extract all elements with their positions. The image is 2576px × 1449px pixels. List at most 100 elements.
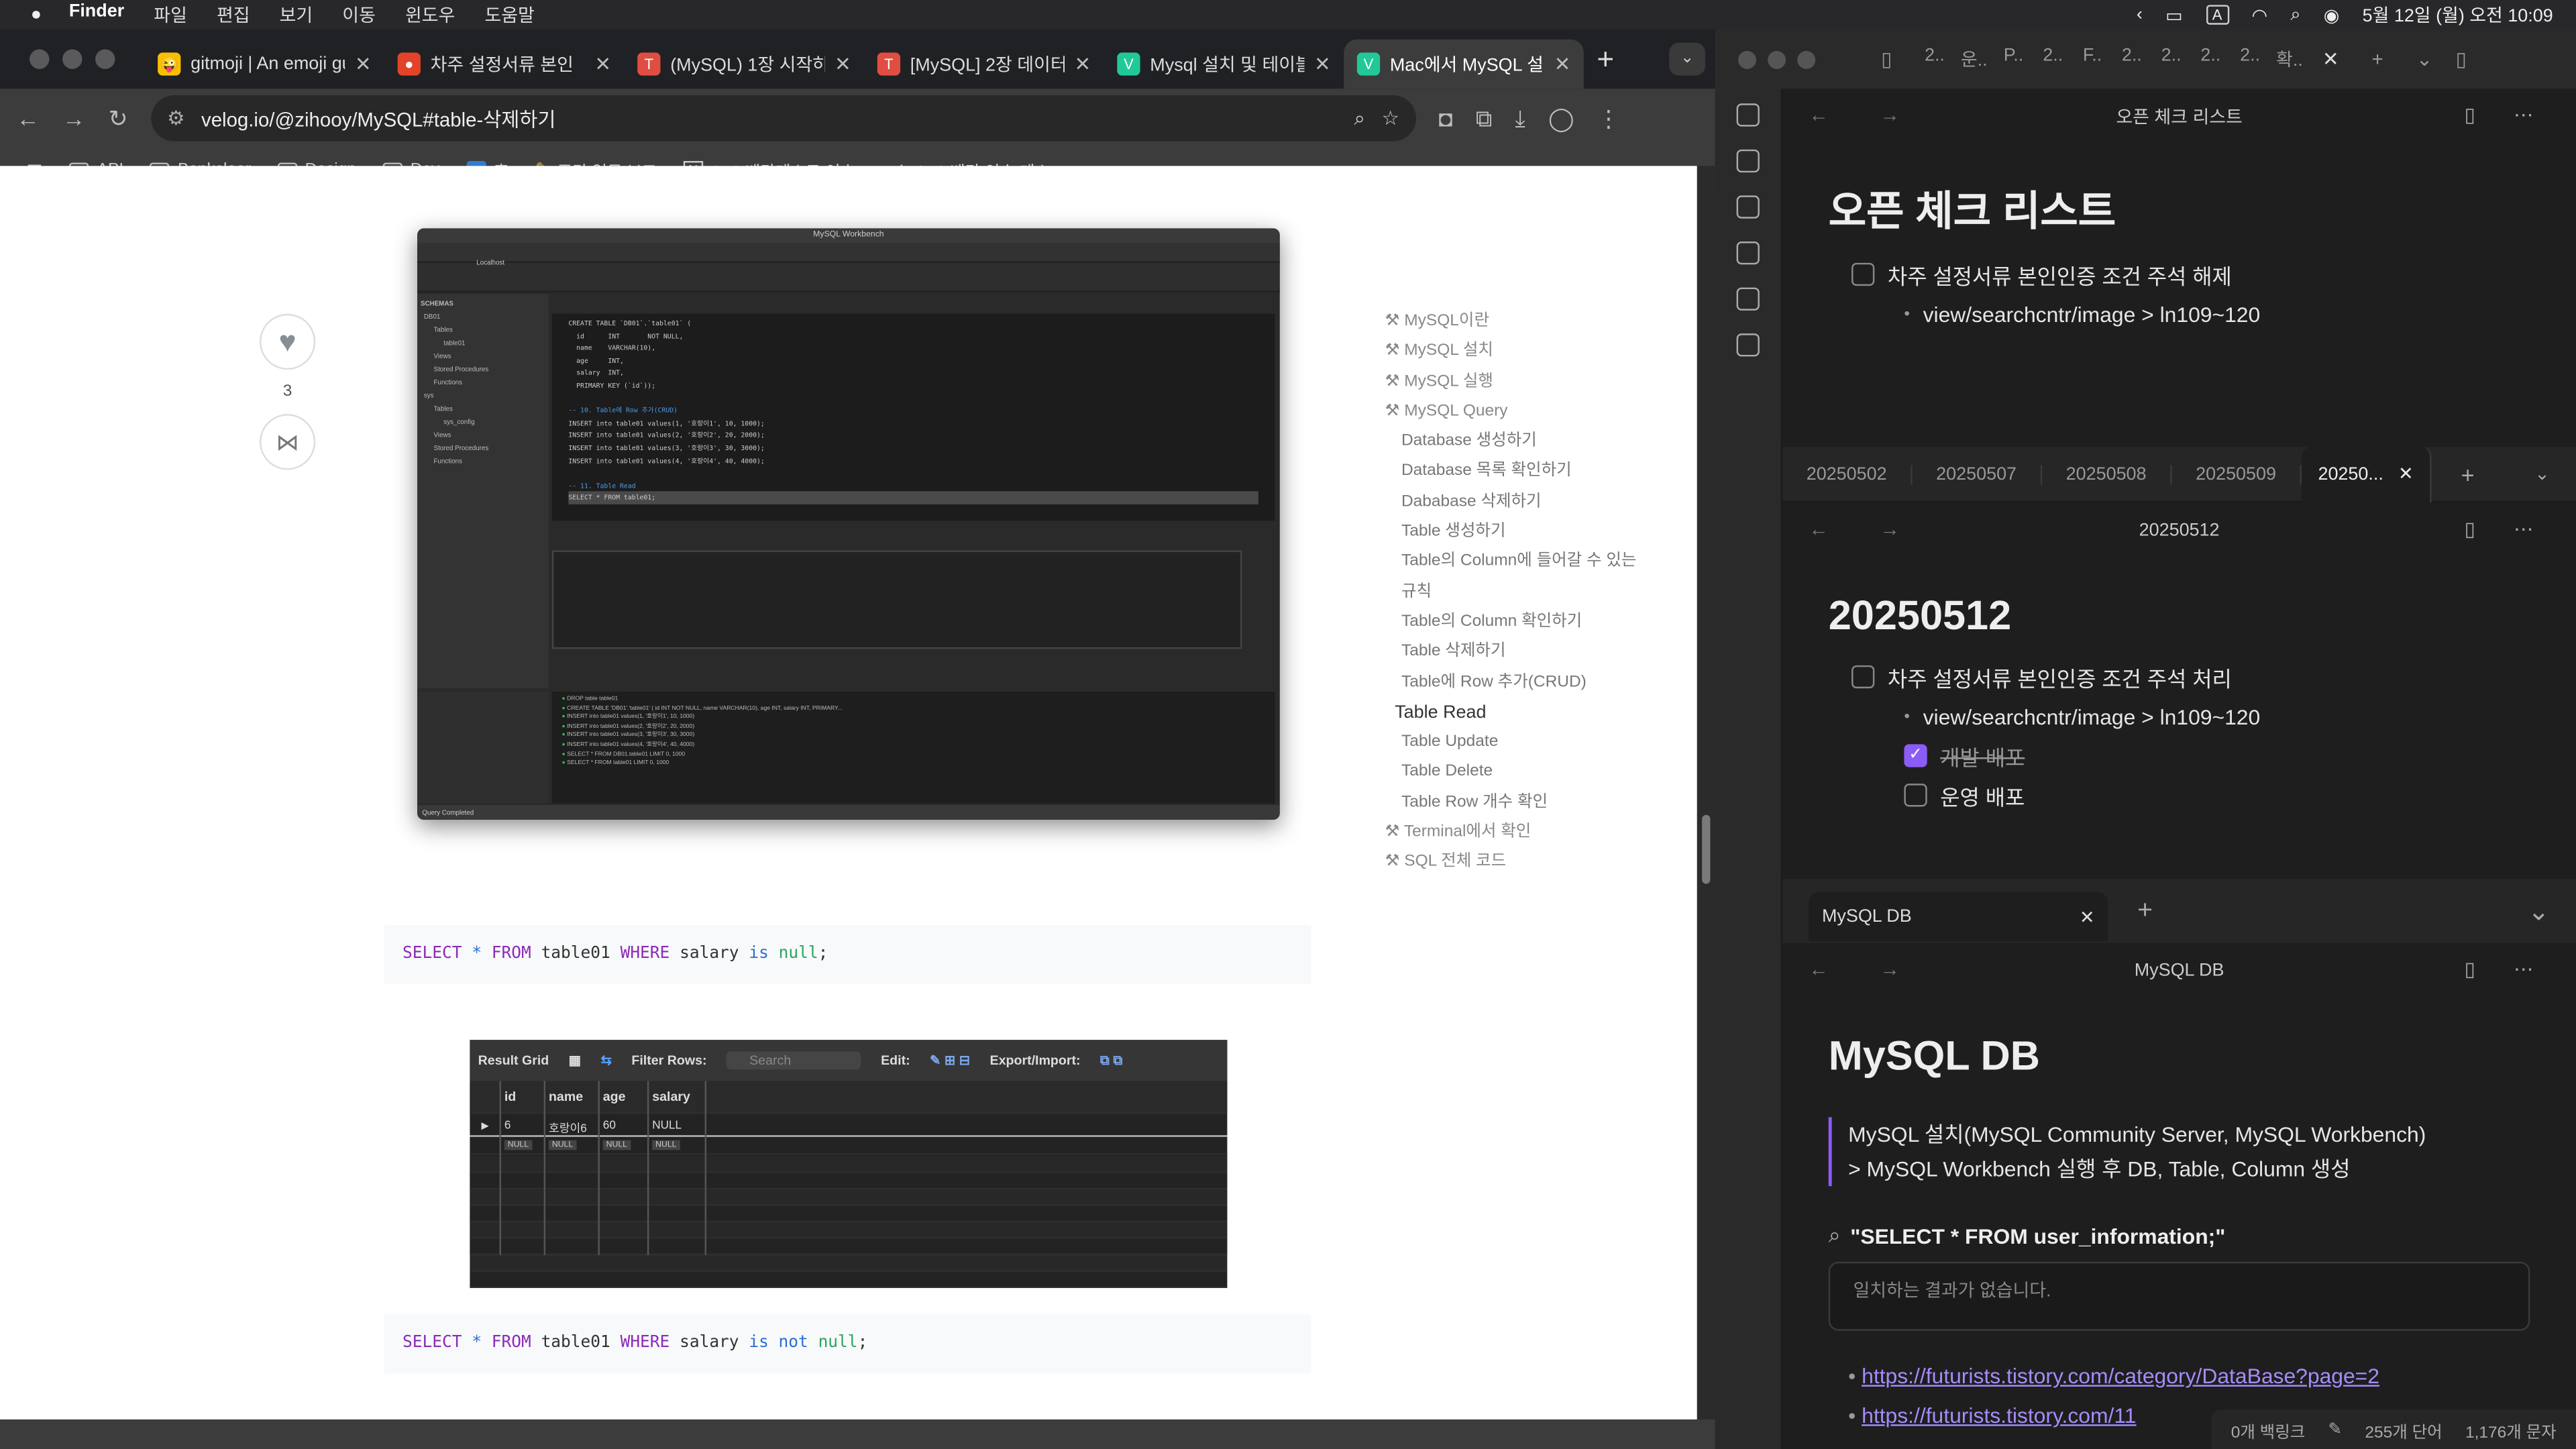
bookmark-star-icon[interactable]: ☆ [1382,107,1399,129]
toc-item[interactable]: Database 목록 확인하기 [1385,458,1648,488]
daily-note-tab[interactable]: 20250507 [1913,464,2043,484]
tab-list-icon[interactable]: ⌄ [2528,896,2550,928]
url-text[interactable]: velog.io/@zihooy/MySQL#table-삭제하기 [201,105,1338,133]
task-checkbox[interactable] [1851,665,1875,689]
apple-icon[interactable]: ● [26,5,46,24]
daily-note-tab[interactable]: 20250502 [1782,464,1913,484]
toc-item[interactable]: Table Delete [1385,758,1648,788]
tab-list-icon[interactable]: ⌄ [2416,48,2433,70]
more-menu-icon[interactable]: ⋮ [1597,105,1620,133]
obsidian-tab[interactable]: 2.. [2033,46,2073,72]
camera-icon[interactable]: ◘ [1439,105,1453,131]
obsidian-tab[interactable]: F.. [2073,46,2112,72]
right-sidebar-icon[interactable]: ▯ [2456,48,2467,70]
tab-mysql-db[interactable]: MySQL DB ✕ [1809,892,2108,942]
input-source-icon[interactable]: A [2205,5,2229,25]
menu-file[interactable]: 파일 [154,1,187,28]
obsidian-tab[interactable]: 2.. [2112,46,2151,72]
share-button[interactable]: ⋈ [259,414,316,470]
close-tab-icon[interactable]: ✕ [1554,52,1571,75]
backlinks-count[interactable]: 0개 백링크 [2231,1417,2306,1442]
toc-item[interactable]: ⚒ MySQL이란 [1385,307,1648,337]
calendar-icon[interactable] [1736,149,1760,173]
toc-item[interactable]: Table Update [1385,728,1648,758]
pane-nav-arrows[interactable]: ← → [1809,958,1923,981]
toc-item[interactable]: Table 생성하기 [1385,518,1648,548]
obsidian-tab[interactable]: 확.. [2270,46,2310,72]
menu-app-name[interactable]: Finder [69,1,124,28]
menu-edit[interactable]: 편집 [217,1,250,28]
obsidian-tab[interactable]: P.. [1994,46,2033,72]
toc-item[interactable]: Table Row 개수 확인 [1385,788,1648,818]
reload-icon[interactable]: ↻ [109,105,128,133]
task-checkbox-checked[interactable]: ✓ [1904,744,1927,767]
pane-actions[interactable]: ▯ ⋯ [2465,517,2550,540]
like-button[interactable]: ♥ [259,313,316,370]
close-tab-icon[interactable]: ✕ [835,52,851,75]
battery-icon[interactable]: ▭ [2165,4,2182,25]
minimize-window-button[interactable] [62,49,83,69]
extensions-icon[interactable]: ⧉ [1476,105,1492,133]
browser-tab[interactable]: 😜 gitmoji | An emoji guide ✕ [145,40,385,89]
quick-switch-icon[interactable] [1736,103,1760,127]
zoom-icon[interactable]: ⌕ [1354,106,1365,131]
obsidian-tab[interactable]: 운.. [1954,46,1994,72]
toc-item[interactable]: Table에 Row 추가(CRUD) [1385,668,1648,698]
browser-tab[interactable]: V Mac에서 MySQL 설치 ✕ [1344,39,1584,89]
close-tab-icon[interactable]: ✕ [2322,48,2339,70]
browser-tab[interactable]: V Mysql 설치 및 테이블 ✕ [1104,40,1344,89]
profile-icon[interactable]: ◯ [1548,105,1574,133]
graph-icon[interactable] [1736,195,1760,219]
minimize-window-button[interactable] [1768,50,1786,68]
address-bar[interactable]: ⚙ velog.io/@zihooy/MySQL#table-삭제하기 ⌕ ☆ [150,95,1416,142]
pane-actions[interactable]: ▯ ⋯ [2465,103,2550,126]
files-icon[interactable] [1736,287,1760,311]
obsidian-tab[interactable]: 2.. [2191,46,2231,72]
toc-item[interactable]: Dababase 삭제하기 [1385,488,1648,518]
sidebar-toggle-icon[interactable]: ▯ [1881,48,1892,70]
browser-tab[interactable]: ● 차주 설정서류 본인 ✕ [384,40,625,89]
edit-mode-icon[interactable]: ✎ [2328,1420,2343,1438]
toc-item[interactable]: Table 삭제하기 [1385,638,1648,668]
toc-item[interactable]: ⚒ MySQL 설치 [1385,337,1648,368]
search-icon[interactable]: ⌕ [2290,4,2300,25]
close-tab-icon[interactable]: ✕ [2080,906,2095,927]
toc-item[interactable]: ⚒ Terminal에서 확인 [1385,818,1648,849]
new-tab-icon[interactable]: + [2137,897,2153,926]
tab-list-icon[interactable]: ⌄ [2534,464,2550,484]
zoom-window-button[interactable] [95,49,115,69]
menu-window[interactable]: 윈도우 [405,1,455,28]
external-link[interactable]: https://futurists.tistory.com/category/D… [1862,1364,2379,1389]
obsidian-tab[interactable]: 2.. [2151,46,2191,72]
task-checkbox[interactable] [1904,784,1927,807]
close-window-button[interactable] [1738,50,1756,68]
external-link[interactable]: https://futurists.tistory.com/11 [1862,1403,2136,1428]
toc-item[interactable]: ⚒ MySQL Query [1385,397,1648,427]
close-tab-icon[interactable]: ✕ [1314,52,1331,75]
daily-note-tab[interactable]: 20250508 [2042,464,2172,484]
toc-item[interactable]: Table의 Column 확인하기 [1385,608,1648,638]
menubar-clock[interactable]: 5월 12일 (월) 오전 10:09 [2363,1,2553,28]
new-tab-icon[interactable]: + [2372,48,2383,70]
browser-tab[interactable]: T [MySQL] 2장 데이터 ✕ [864,40,1104,89]
scroll-thumb[interactable] [1702,814,1711,884]
download-icon[interactable]: ⤓ [1515,105,1525,133]
forward-icon[interactable]: → [62,105,85,131]
chevron-left-icon[interactable]: ‹ [2137,5,2143,24]
close-window-button[interactable] [30,49,50,69]
canvas-icon[interactable] [1736,241,1760,265]
zoom-window-button[interactable] [1797,50,1816,68]
obsidian-tab[interactable]: 2.. [2231,46,2270,72]
pane-nav-arrows[interactable]: ← → [1809,517,1923,540]
site-settings-icon[interactable]: ⚙ [167,107,184,129]
toc-item[interactable]: ⚒ MySQL 실행 [1385,368,1648,398]
new-tab-icon[interactable]: + [2461,461,2475,487]
browser-tab[interactable]: T (MySQL) 1장 시작하기 ✕ [625,40,865,89]
toc-item[interactable]: ⚒ SQL 전체 코드 [1385,849,1648,879]
close-tab-icon[interactable]: ✕ [2398,464,2414,484]
obsidian-tab[interactable]: 2.. [1915,46,1955,72]
close-tab-icon[interactable]: ✕ [594,52,611,75]
terminal-icon[interactable] [1736,333,1760,357]
pane-nav-arrows[interactable]: ← → [1809,103,1923,126]
toc-item[interactable]: Table Read [1385,698,1648,728]
